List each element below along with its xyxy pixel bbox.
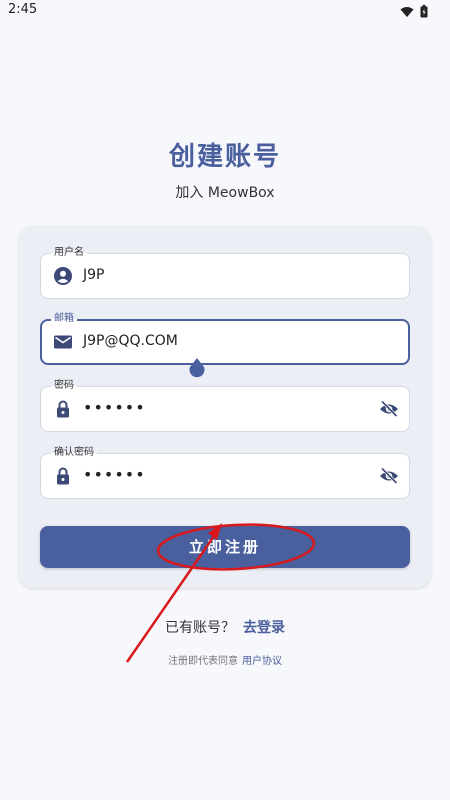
username-field[interactable]: 用户名 J9P (40, 246, 410, 299)
mail-icon (53, 332, 73, 352)
password-field[interactable]: 密码 •••••• (40, 379, 410, 432)
password-label: 密码 (51, 379, 77, 393)
text-cursor-handle-icon[interactable] (188, 357, 206, 379)
register-card: 用户名 J9P 邮箱 J9P@QQ.COM 密码 •••••• 确认密码 •••… (19, 226, 431, 588)
username-input[interactable]: J9P (83, 267, 104, 283)
terms-prompt: 注册即代表同意 用户协议 (0, 652, 450, 667)
email-label: 邮箱 (51, 312, 77, 326)
page-title: 创建账号 (168, 142, 281, 172)
email-field[interactable]: 邮箱 J9P@QQ.COM (40, 312, 410, 378)
lock-icon (53, 466, 73, 486)
confirm-password-label: 确认密码 (51, 446, 97, 460)
has-account-text: 已有账号？ (165, 620, 235, 636)
terms-link[interactable]: 用户协议 (242, 656, 282, 667)
person-icon (53, 266, 73, 286)
terms-text: 注册即代表同意 (168, 656, 238, 667)
register-button[interactable]: 立即注册 (40, 526, 410, 568)
confirm-password-input[interactable]: •••••• (83, 465, 146, 484)
password-input[interactable]: •••••• (83, 398, 146, 417)
login-prompt: 已有账号？ 去登录 (0, 617, 450, 637)
status-icons (400, 3, 428, 22)
register-screen: 2:45 创建账号 加入 MeowBox 用户名 J9P 邮箱 J9P@QQ.C… (0, 0, 450, 800)
visibility-off-icon[interactable] (379, 466, 399, 486)
username-label: 用户名 (51, 246, 87, 260)
wifi-icon (400, 3, 414, 22)
lock-icon (53, 399, 73, 419)
email-input[interactable]: J9P@QQ.COM (83, 333, 178, 349)
battery-icon (420, 3, 428, 22)
status-bar: 2:45 (0, 0, 450, 22)
status-time: 2:45 (8, 2, 38, 17)
login-link[interactable]: 去登录 (243, 620, 285, 636)
confirm-password-field[interactable]: 确认密码 •••••• (40, 446, 410, 499)
visibility-off-icon[interactable] (379, 399, 399, 419)
page-subtitle: 加入 MeowBox (175, 185, 275, 201)
